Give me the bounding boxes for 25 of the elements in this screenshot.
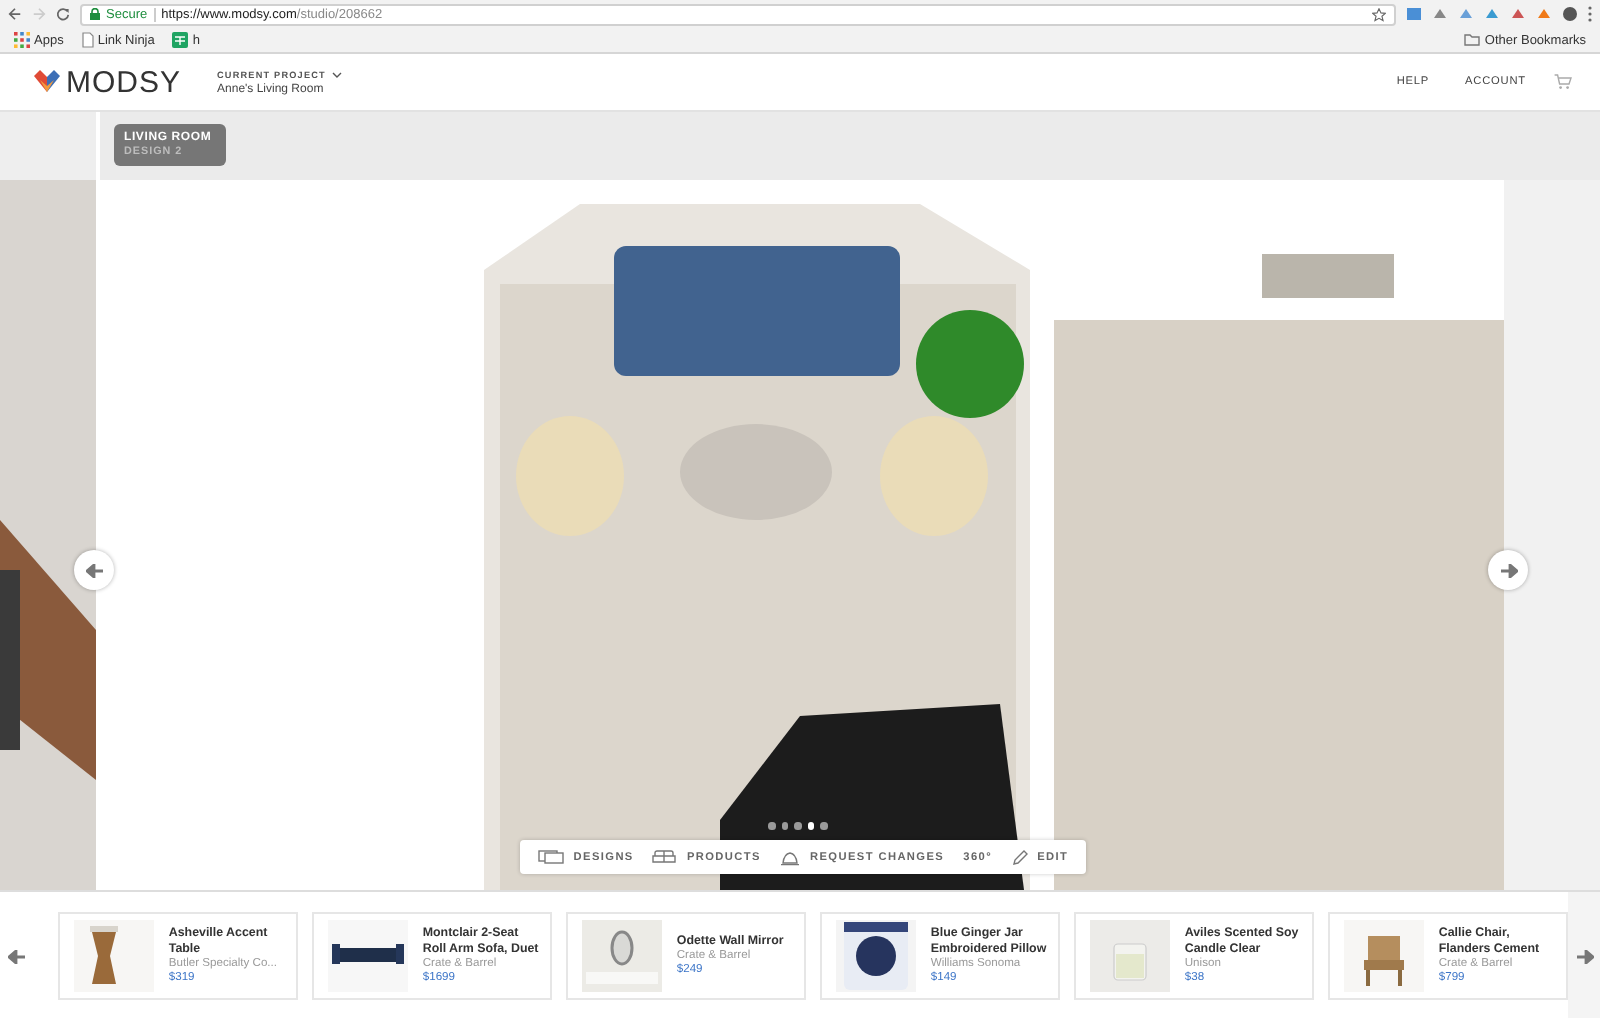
brand-name: MODSY: [66, 65, 182, 99]
logo-icon: [34, 70, 60, 94]
arrow-left-icon: [85, 563, 103, 577]
folder-icon: [1464, 34, 1481, 46]
slide-dot[interactable]: [794, 822, 801, 829]
arrow-right-icon: [1499, 563, 1517, 577]
lock-icon: [90, 8, 100, 20]
pencil-icon: [1011, 849, 1028, 865]
chevron-icon: [331, 71, 342, 77]
slide-dot[interactable]: [820, 822, 827, 829]
star-icon[interactable]: [1372, 7, 1386, 21]
page-icon: [81, 32, 94, 48]
designs-icon: [537, 850, 564, 864]
bell-icon: [780, 849, 801, 865]
reload-icon[interactable]: [56, 6, 70, 22]
sofa-icon: [652, 850, 677, 864]
previous-button[interactable]: [74, 550, 114, 590]
back-icon[interactable]: [8, 6, 22, 22]
spreadsheet-icon: [172, 32, 189, 48]
slide-dot[interactable]: [768, 822, 775, 829]
slide-dot[interactable]: [807, 822, 814, 829]
next-button[interactable]: [1568, 892, 1600, 1018]
apps-icon: [14, 32, 30, 48]
slide-dot[interactable]: [781, 822, 788, 829]
cart-icon[interactable]: [1554, 74, 1572, 90]
